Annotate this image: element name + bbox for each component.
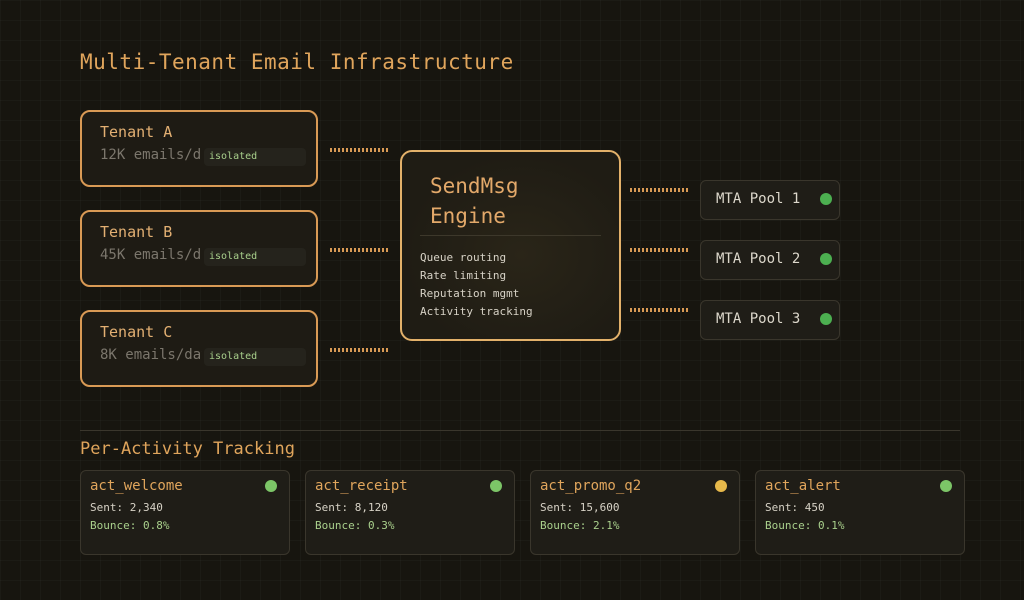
tenant-rate: 8K emails/day [100,347,202,363]
isolated-badge: isolated [204,248,306,266]
diagram-title: Multi-Tenant Email Infrastructure [80,50,514,74]
pool-1-connector [630,188,690,192]
activity-sent: Sent: 2,340 [90,501,163,514]
pool-2-connector [630,248,690,252]
tenant-name: Tenant A [100,123,173,141]
activity-bounce: Bounce: 0.8% [90,519,170,532]
tracking-title: Per-Activity Tracking [80,439,295,459]
activity-card-promo-q2: act_promo_q2 Sent: 15,600 Bounce: 2.1% [530,470,740,555]
activity-card-welcome: act_welcome Sent: 2,340 Bounce: 0.8% [80,470,290,555]
pool-label: MTA Pool 1 [716,191,801,207]
engine-feature-list: Queue routing Rate limiting Reputation m… [420,249,533,321]
engine-divider [420,235,601,236]
status-dot [820,313,832,325]
pool-label: MTA Pool 2 [716,251,801,267]
section-divider [80,430,960,431]
status-dot [490,480,502,492]
engine-feature: Queue routing [420,251,507,264]
tenant-b-box: Tenant B 45K emails/day isolated [80,210,318,287]
engine-title: SendMsg Engine [430,174,519,228]
pool-label: MTA Pool 3 [716,311,801,327]
mta-pool-2: MTA Pool 2 [700,240,840,280]
activity-sent: Sent: 15,600 [540,501,620,514]
activity-sent: Sent: 8,120 [315,501,388,514]
tenant-a-box: Tenant A 12K emails/day isolated [80,110,318,187]
status-dot [715,480,727,492]
engine-feature: Reputation mgmt [420,287,520,300]
diagram-canvas: Multi-Tenant Email Infrastructure Tenant… [0,0,1024,600]
mta-pool-1: MTA Pool 1 [700,180,840,220]
tenant-name: Tenant C [100,323,173,341]
tenant-c-connector [330,348,390,352]
engine-feature: Activity tracking [420,305,533,318]
activity-card-alert: act_alert Sent: 450 Bounce: 0.1% [755,470,965,555]
activity-bounce: Bounce: 2.1% [540,519,620,532]
status-dot [265,480,277,492]
status-dot [940,480,952,492]
tenant-rate: 12K emails/day [100,147,202,163]
activity-sent: Sent: 450 [765,501,825,514]
activity-name: act_receipt [315,478,408,494]
activity-name: act_alert [765,478,841,494]
pool-3-connector [630,308,690,312]
tenant-a-connector [330,148,390,152]
tenant-name: Tenant B [100,223,173,241]
tenant-c-box: Tenant C 8K emails/day isolated [80,310,318,387]
status-dot [820,253,832,265]
engine-feature: Rate limiting [420,269,507,282]
sendmsg-engine-box: SendMsg Engine Queue routing Rate limiti… [400,150,621,341]
tenant-b-connector [330,248,390,252]
activity-bounce: Bounce: 0.1% [765,519,845,532]
activity-bounce: Bounce: 0.3% [315,519,395,532]
isolated-badge: isolated [204,348,306,366]
tenant-rate: 45K emails/day [100,247,202,263]
activity-name: act_promo_q2 [540,478,642,494]
activity-name: act_welcome [90,478,183,494]
mta-pool-3: MTA Pool 3 [700,300,840,340]
activity-card-receipt: act_receipt Sent: 8,120 Bounce: 0.3% [305,470,515,555]
status-dot [820,193,832,205]
isolated-badge: isolated [204,148,306,166]
